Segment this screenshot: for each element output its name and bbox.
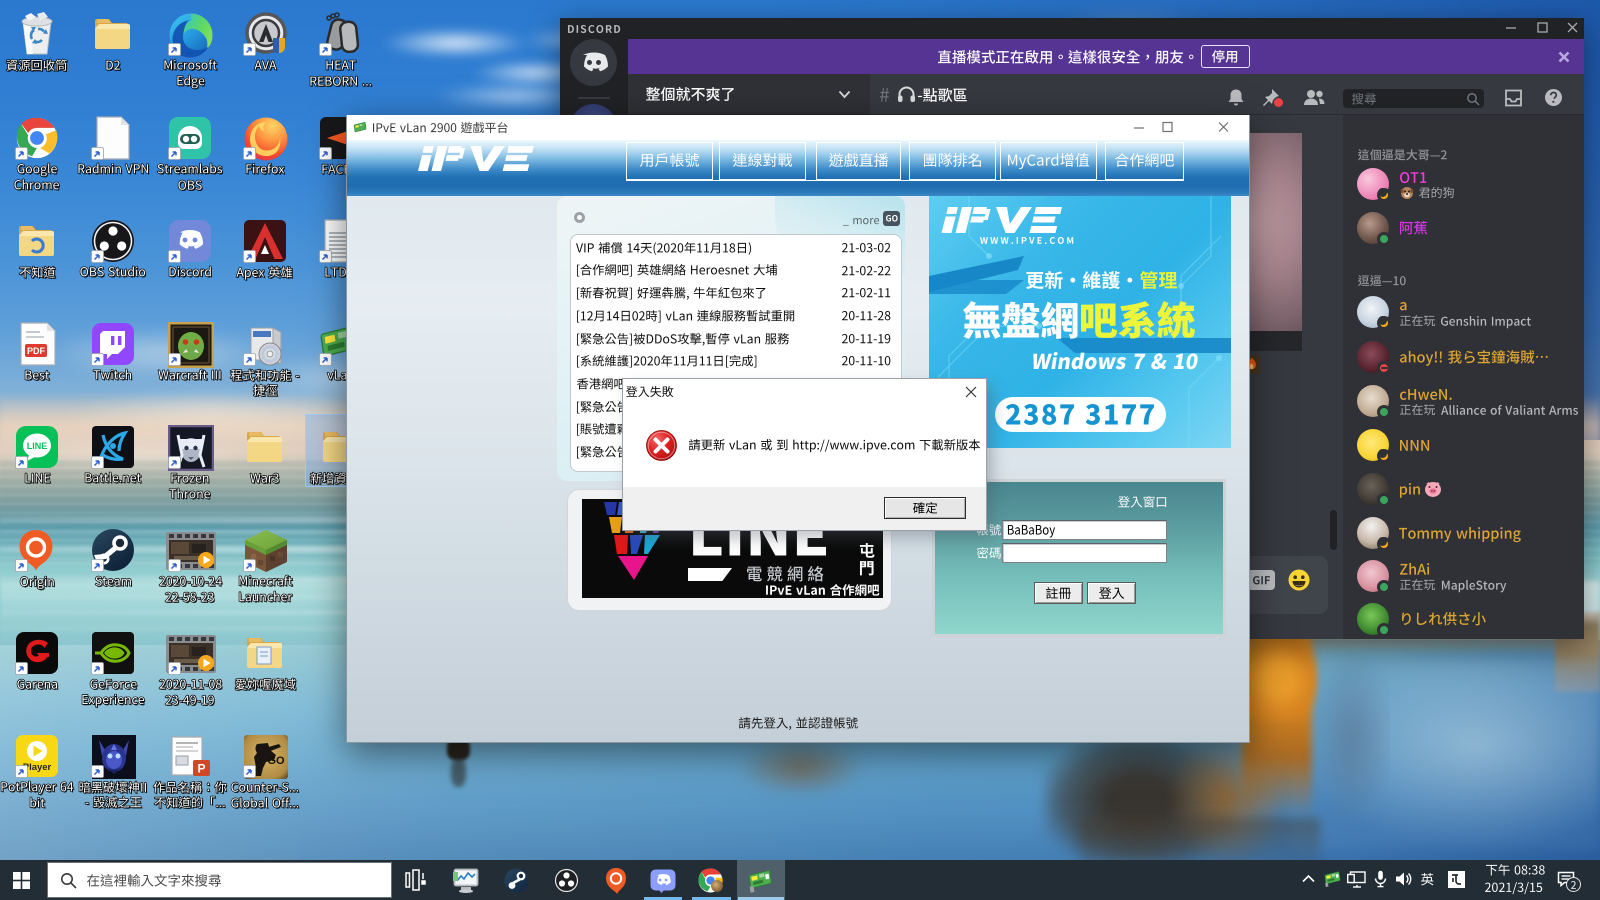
svg-text:GO: GO [267,755,285,767]
svg-text:PDF: PDF [27,346,46,356]
svg-text:P: P [197,762,205,776]
svg-text:LINE: LINE [27,441,48,451]
